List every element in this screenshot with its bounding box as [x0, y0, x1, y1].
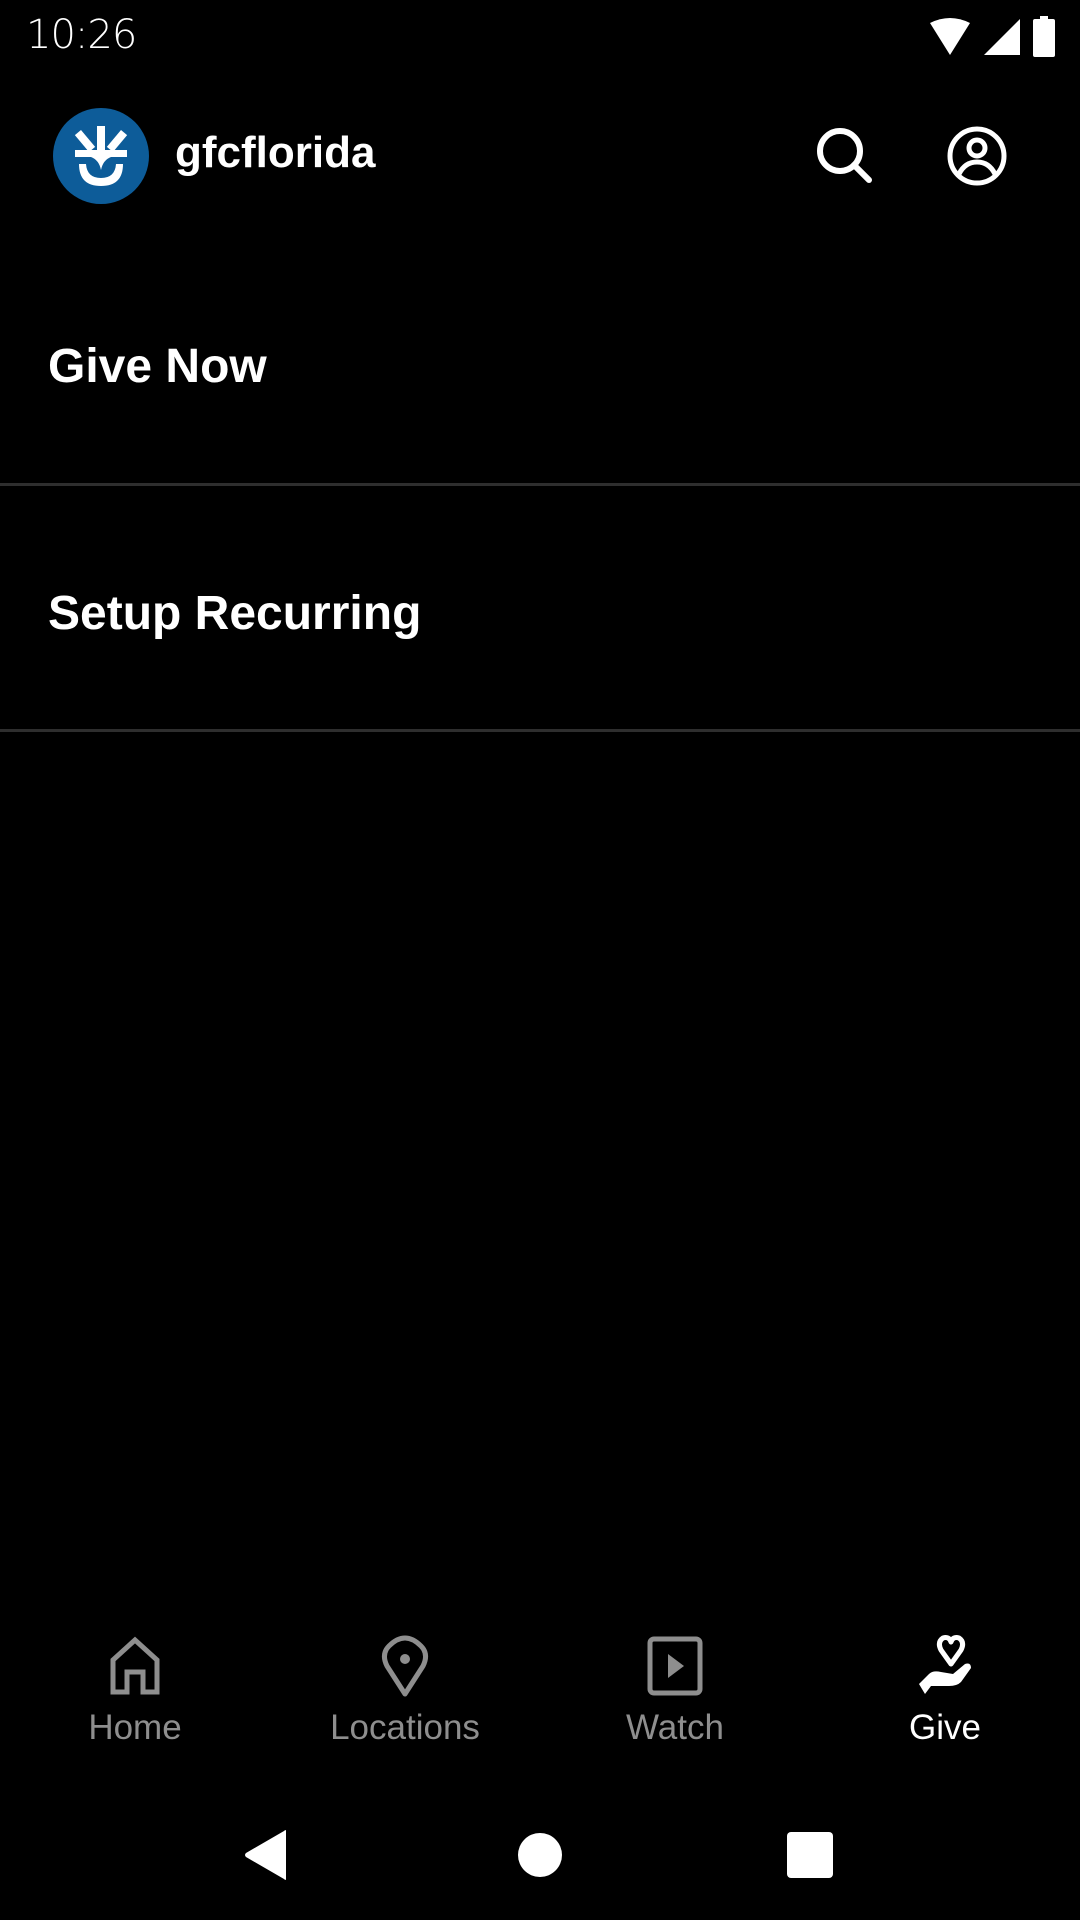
app-title: gfcflorida [175, 128, 376, 177]
menu-item-give-now[interactable]: Give Now [0, 240, 1080, 486]
tab-label: Watch [626, 1708, 724, 1747]
menu-item-label: Give Now [48, 340, 267, 393]
location-pin-icon [381, 1635, 429, 1697]
tab-watch[interactable]: Watch [540, 1620, 810, 1770]
status-icons [928, 16, 1056, 58]
status-time: 10:26 [26, 12, 137, 58]
search-icon [817, 128, 872, 183]
signal-icon [984, 19, 1020, 55]
tab-give[interactable]: Give [810, 1620, 1080, 1770]
bottom-nav: Home Locations Watch Give [0, 1620, 1080, 1770]
tab-locations[interactable]: Locations [270, 1620, 540, 1770]
home-circle-icon [518, 1833, 562, 1877]
account-icon [947, 126, 1007, 186]
tab-label: Give [909, 1708, 981, 1747]
recents-icon [787, 1832, 833, 1878]
search-button[interactable] [809, 120, 881, 192]
system-home-button[interactable] [505, 1820, 575, 1890]
tab-label: Home [88, 1708, 182, 1747]
gfc-logo[interactable] [53, 108, 149, 204]
give-hand-heart-icon [919, 1635, 971, 1694]
system-nav-bar [0, 1790, 1080, 1920]
menu-item-label: Setup Recurring [48, 587, 422, 640]
home-icon [110, 1636, 160, 1695]
system-back-button[interactable] [232, 1820, 302, 1890]
account-button[interactable] [941, 120, 1013, 192]
wifi-icon [930, 18, 970, 55]
play-icon [647, 1636, 703, 1696]
battery-icon [1033, 16, 1055, 57]
logo-icon [53, 108, 149, 204]
system-recents-button[interactable] [775, 1820, 845, 1890]
menu-item-setup-recurring[interactable]: Setup Recurring [0, 486, 1080, 732]
tab-home[interactable]: Home [0, 1620, 270, 1770]
tab-label: Locations [330, 1708, 480, 1747]
back-icon [245, 1830, 286, 1880]
